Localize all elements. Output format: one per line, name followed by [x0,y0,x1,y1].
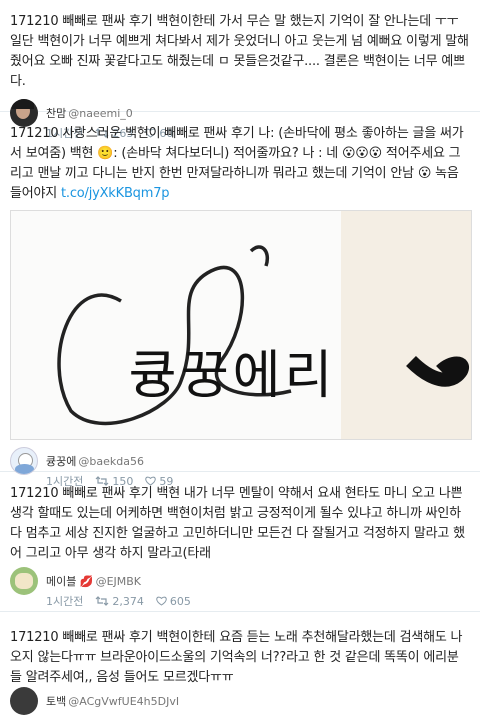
tweet-3-author-handle[interactable]: @EJMBK [96,575,141,588]
tweet-2-link[interactable]: t.co/jyXkKBqm7p [61,186,170,201]
heart-icon [156,596,167,606]
tweet-3-timestamp[interactable]: 1시간전 [46,593,83,609]
tweet-4[interactable]: 171210 빼빼로 팬싸 후기 백현이한테 요즘 듣는 노래 추천해달라했는데… [0,612,480,715]
tweet-3-retweet-count: 2,374 [112,594,144,608]
tweet-2-author-name[interactable]: 큥꿍에 [46,453,76,469]
tweet-2-author-handle[interactable]: @baekda56 [78,455,144,468]
tweet-3-like-button[interactable]: 605 [156,595,191,608]
tweet-3[interactable]: 171210 빼빼로 팬싸 후기 백현 내가 너무 멘탈이 약해서 요새 현타도… [0,472,480,612]
tweet-3-avatar[interactable] [10,567,38,595]
tweet-4-author-name[interactable]: 토백 [46,693,66,709]
photo-caption-text: 큥꿍에리 [129,346,337,406]
tweet-3-retweet-button[interactable]: 2,374 [95,595,144,608]
tweet-3-like-count: 605 [169,594,191,608]
tweet-2[interactable]: 171210 사랑스러운 백현이 빼빼로 팬싸 후기 나: (손바닥에 평소 좋… [0,112,480,488]
tweet-4-author-handle[interactable]: @ACgVwfUE4h5DJvI [68,695,179,708]
tweet-2-photo[interactable]: 큥꿍에리 [10,210,472,440]
tweet-2-avatar[interactable] [10,447,38,475]
tweet-3-author-name[interactable]: 메이블 💋 [46,573,94,589]
tweet-1[interactable]: 171210 빼빼로 팬싸 후기 백현이한테 가서 무슨 말 했는지 기억이 잘… [0,0,480,140]
tweet-1-text: 171210 빼빼로 팬싸 후기 백현이한테 가서 무슨 말 했는지 기억이 잘… [10,14,469,89]
tweet-2-text: 171210 사랑스러운 백현이 빼빼로 팬싸 후기 나: (손바닥에 평소 좋… [10,126,464,201]
retweet-icon [95,596,109,606]
tweet-4-avatar[interactable] [10,687,38,715]
tweet-3-text: 171210 빼빼로 팬싸 후기 백현 내가 너무 멘탈이 약해서 요새 현타도… [10,486,465,561]
tweet-4-text: 171210 빼빼로 팬싸 후기 백현이한테 요즘 듣는 노래 추천해달라했는데… [10,630,463,685]
